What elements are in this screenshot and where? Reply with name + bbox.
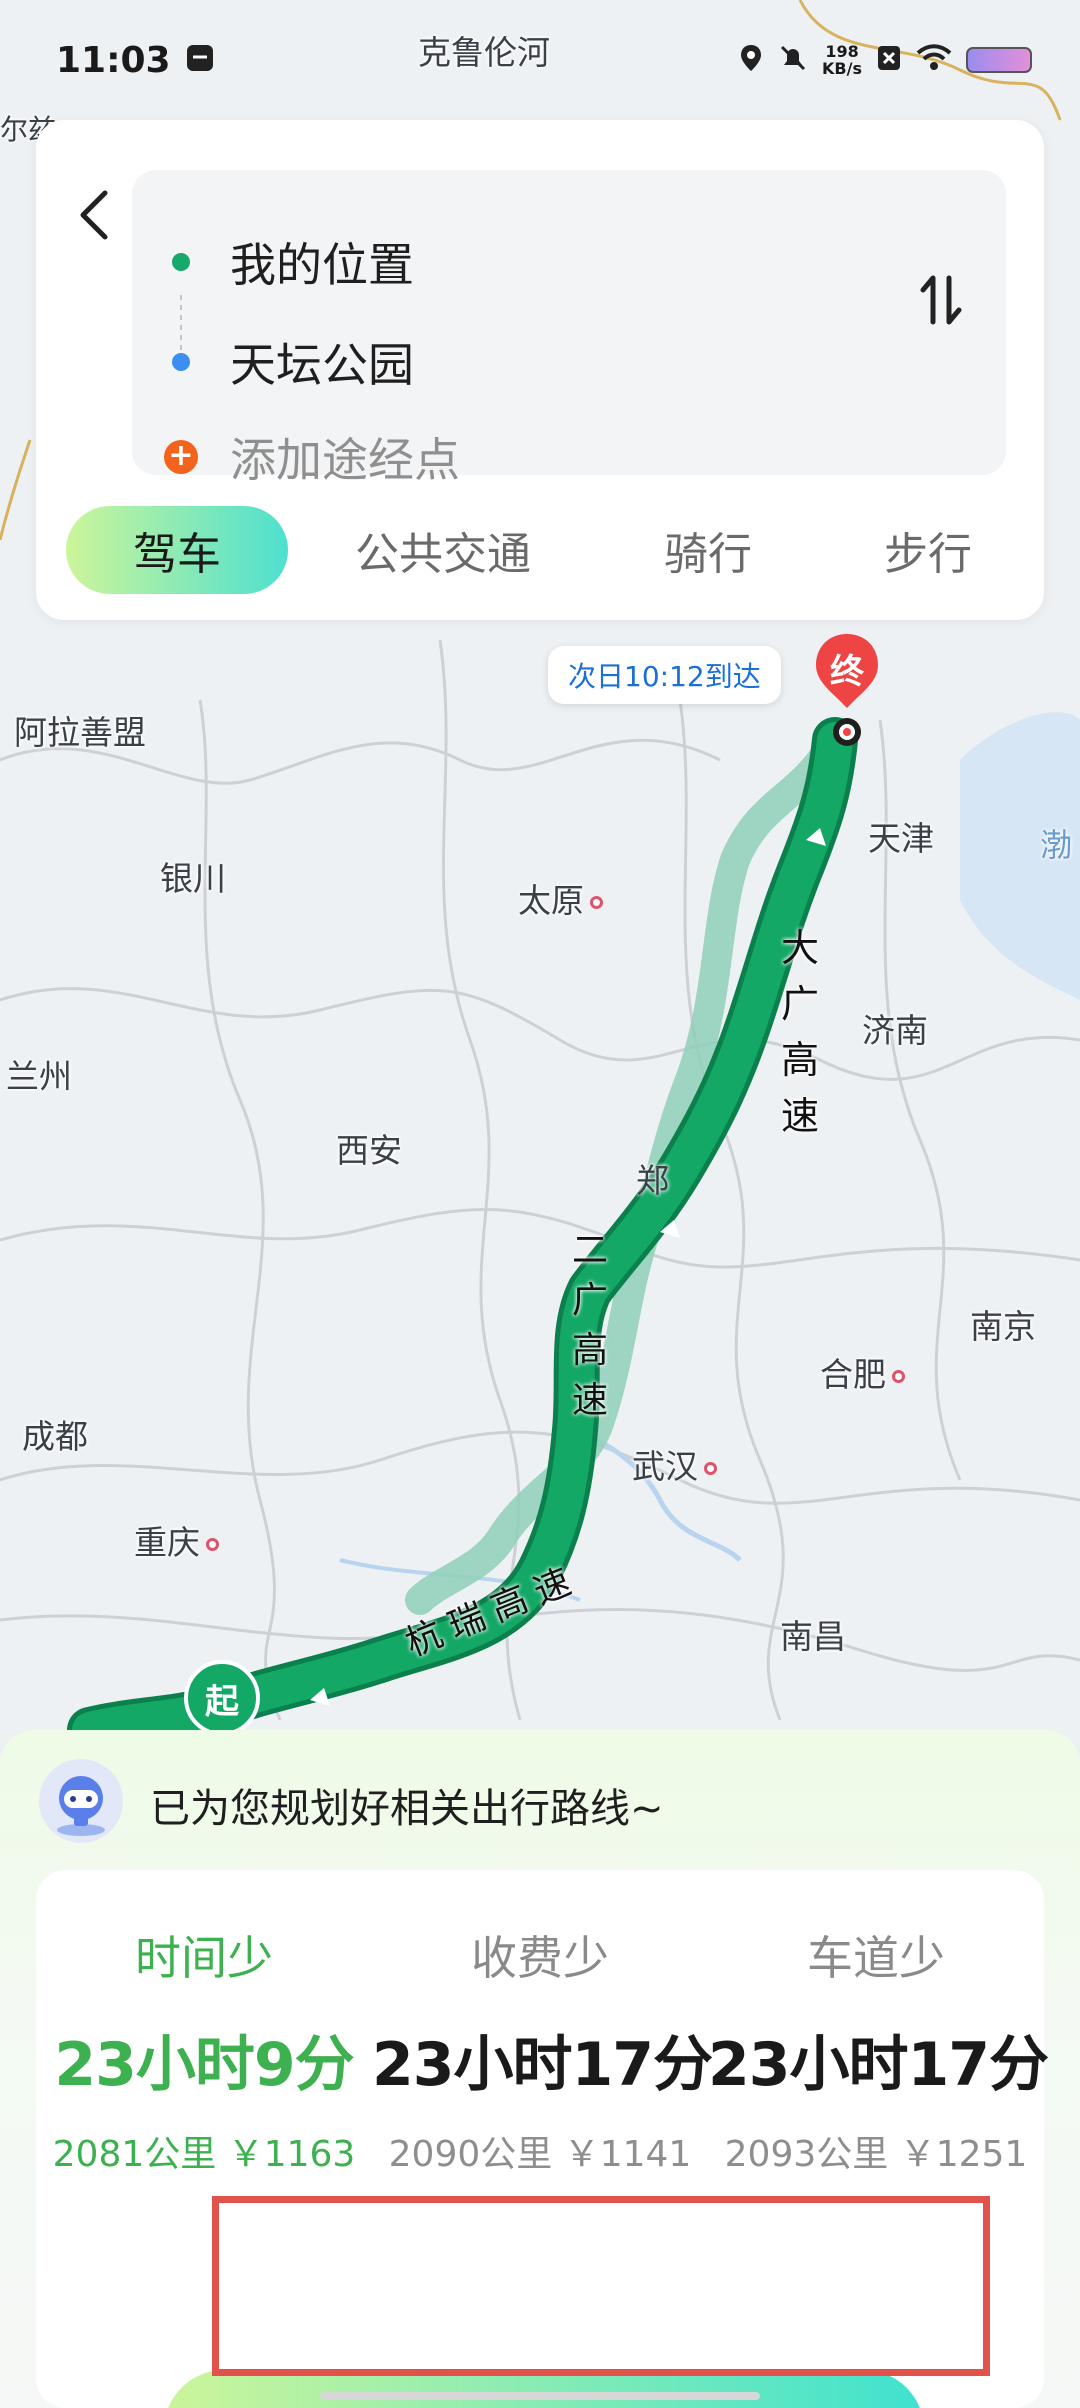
mute-icon xyxy=(778,43,808,77)
road-label-erguang: 二 广 高 速 xyxy=(560,1226,620,1426)
home-indicator[interactable] xyxy=(320,2392,760,2400)
plan-toll: ￥1251 xyxy=(899,2134,1028,2175)
road-label-char: 速 xyxy=(780,1094,819,1138)
road-label-char: 速 xyxy=(571,1380,608,1421)
planning-message: 已为您规划好相关出行路线~ xyxy=(150,1786,664,1832)
map-label-bohai: 渤 xyxy=(1040,826,1073,864)
map-label-tianjin: 天津 xyxy=(868,819,934,858)
add-waypoint-icon: + xyxy=(164,440,198,474)
plan-label: 时间少 xyxy=(135,1931,273,1985)
map-label-zheng: 郑 xyxy=(636,1161,669,1200)
assistant-avatar[interactable] xyxy=(38,1758,124,1844)
map-label-wuhan: 武汉 xyxy=(632,1440,717,1488)
battery-icon xyxy=(966,47,1032,73)
tab-public-transit[interactable]: 公共交通 xyxy=(318,506,568,594)
route-inputs: 我的位置 天坛公园 + 添加途经点 xyxy=(132,170,1006,487)
tab-walking[interactable]: 步行 xyxy=(848,506,1008,594)
plan-toll: ￥1141 xyxy=(563,2134,692,2175)
wifi-icon xyxy=(916,44,952,76)
origin-marker-label: 起 xyxy=(205,1681,239,1722)
map-label-nanchang: 南昌 xyxy=(780,1617,846,1656)
plan-option-fastest[interactable]: 时间少 23小时9分 2081公里 ￥1163 xyxy=(36,1870,372,2230)
tab-driving[interactable]: 驾车 xyxy=(66,506,288,594)
back-arrow-icon xyxy=(80,190,108,240)
add-waypoint-text: 添加途经点 xyxy=(230,433,460,487)
map-label-xian: 西安 xyxy=(336,1131,402,1170)
plan-meta: 2090公里 ￥1141 xyxy=(372,2125,708,2177)
map-label-hefei: 合肥 xyxy=(820,1348,905,1396)
net-speed: 198 KB/s xyxy=(822,43,862,77)
destination-text: 天坛公园 xyxy=(230,338,414,392)
plan-option-lowest-toll[interactable]: 收费少 23小时17分 2090公里 ￥1141 xyxy=(372,1870,713,2230)
plan-distance: 2090公里 xyxy=(388,2134,553,2175)
map-label-alashan: 阿拉善盟 xyxy=(14,713,146,752)
swap-route-button[interactable] xyxy=(906,260,976,340)
map-label-nanjing: 南京 xyxy=(970,1307,1036,1346)
map-label-yinchuan: 银川 xyxy=(160,859,226,898)
origin-dot-icon xyxy=(172,253,190,271)
plan-distance: 2081公里 xyxy=(52,2134,217,2175)
assistant-robot-icon xyxy=(39,1759,123,1843)
plan-distance: 2093公里 xyxy=(724,2134,889,2175)
road-label-char: 高 xyxy=(780,1038,819,1082)
plans-card: 时间少 23小时9分 2081公里 ￥1163 收费少 23小时17分 2090… xyxy=(36,1870,1049,2408)
screen: 克鲁伦河 尔兹 阿拉善盟 银川 太原 天津 渤 济南 兰州 西安 郑 南京 合肥… xyxy=(0,0,1080,2408)
plan-duration: 23小时9分 xyxy=(54,2030,354,2100)
road-label-char: 广 xyxy=(571,1280,608,1321)
destination-field[interactable]: 天坛公园 xyxy=(172,322,414,402)
notification-icon xyxy=(185,43,215,77)
start-navigation-button[interactable]: 开始导航 xyxy=(164,2370,924,2408)
tab-cycling[interactable]: 骑行 xyxy=(628,506,788,594)
status-time: 11:03 xyxy=(56,39,171,81)
road-label-char: 高 xyxy=(571,1330,608,1371)
road-label-daguang: 大 广 高 速 xyxy=(770,920,830,1144)
origin-field[interactable]: 我的位置 xyxy=(172,222,414,302)
plan-label: 收费少 xyxy=(471,1931,609,1985)
plan-meta: 2081公里 ￥1163 xyxy=(36,2125,372,2177)
route-card: 我的位置 天坛公园 + 添加途经点 驾车 公共交通 骑行 步行 xyxy=(36,120,1044,620)
road-label-char: 二 xyxy=(571,1230,608,1271)
status-bar: 11:03 198 KB/s xyxy=(0,0,1080,120)
map-label-jinan: 济南 xyxy=(862,1011,928,1050)
plan-duration: 23小时17分 xyxy=(708,2030,1049,2100)
map-label-taiyuan: 太原 xyxy=(518,874,603,922)
road-label-char: 大 xyxy=(780,926,819,970)
eta-bubble: 次日10:12到达 xyxy=(548,646,781,704)
destination-dot-icon xyxy=(172,353,190,371)
back-button[interactable] xyxy=(60,180,130,250)
destination-marker-label: 终 xyxy=(830,652,864,692)
road-label-char: 广 xyxy=(780,982,819,1026)
swap-icon xyxy=(920,275,962,325)
plan-meta: 2093公里 ￥1251 xyxy=(708,2125,1044,2177)
no-sim-icon xyxy=(876,43,902,77)
location-icon xyxy=(738,43,764,77)
plan-duration: 23小时17分 xyxy=(372,2030,713,2100)
origin-marker[interactable]: 起 xyxy=(184,1660,260,1736)
origin-text: 我的位置 xyxy=(230,238,414,292)
route-plans-sheet: 已为您规划好相关出行路线~ 时间少 23小时9分 2081公里 ￥1163 收费… xyxy=(0,1730,1080,2408)
plan-label: 车道少 xyxy=(807,1931,945,1985)
net-speed-unit: KB/s xyxy=(822,59,862,78)
map-label-chongqing: 重庆 xyxy=(134,1516,219,1564)
map-label-chengdu: 成都 xyxy=(22,1417,88,1456)
map-label-lanzhou: 兰州 xyxy=(6,1057,72,1096)
add-waypoint-field[interactable]: + 添加途经点 xyxy=(164,422,460,492)
plan-toll: ￥1163 xyxy=(227,2134,356,2175)
plan-option-fewest-lanes[interactable]: 车道少 23小时17分 2093公里 ￥1251 xyxy=(708,1870,1049,2230)
travel-mode-tabs: 驾车 公共交通 骑行 步行 xyxy=(66,505,1016,595)
destination-marker[interactable]: 终 xyxy=(812,630,882,754)
